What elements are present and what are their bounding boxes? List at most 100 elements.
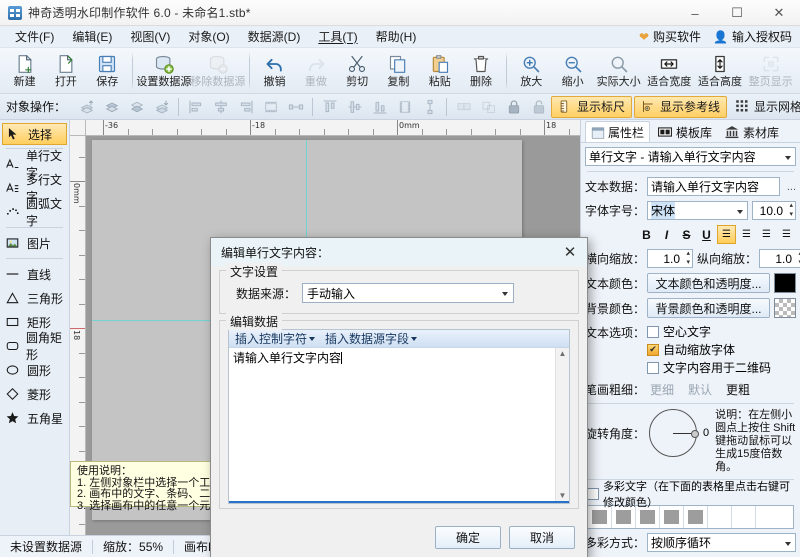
align-right-button[interactable] — [233, 96, 258, 118]
menu-object[interactable]: 对象(O) — [179, 27, 238, 47]
align-center-text-button[interactable]: ☰ — [737, 225, 756, 244]
underline-button[interactable]: U — [697, 225, 716, 244]
text-data-input[interactable]: 请输入单行文字内容 — [647, 177, 780, 196]
tool-star[interactable]: 五角星 — [0, 406, 69, 430]
object-selector[interactable]: 单行文字 - 请输入单行文字内容 — [585, 147, 796, 166]
rotation-knob[interactable] — [691, 429, 699, 438]
scroll-up-icon[interactable]: ▲ — [559, 349, 567, 358]
editor-textarea[interactable]: 请输入单行文字内容 — [229, 348, 555, 501]
distribute-v-button[interactable] — [417, 96, 442, 118]
palette-cell-8[interactable] — [756, 506, 780, 528]
strikethrough-button[interactable]: S — [677, 225, 696, 244]
unlock-button[interactable] — [526, 96, 551, 118]
actual-size-button[interactable]: 实际大小 — [593, 50, 644, 94]
colorful-text-checkbox[interactable] — [587, 487, 599, 500]
buy-software-link[interactable]: 购买软件 — [653, 28, 701, 45]
send-backward-button[interactable] — [124, 96, 149, 118]
text-for-qrcode-checkbox[interactable] — [647, 361, 659, 374]
text-color-swatch[interactable] — [774, 273, 796, 293]
colorful-mode-select[interactable]: 按顺序循环 — [647, 533, 796, 552]
color-palette[interactable] — [587, 505, 794, 529]
ok-button[interactable]: 确定 — [435, 525, 501, 549]
menu-help[interactable]: 帮助(H) — [367, 27, 426, 47]
palette-cell-5[interactable] — [684, 506, 708, 528]
show-ruler-toggle[interactable]: 显示标尺 — [551, 95, 633, 118]
new-button[interactable]: 新建 — [4, 50, 45, 94]
set-datasource-button[interactable]: 设置数据源 — [136, 50, 191, 94]
same-height-button[interactable] — [392, 96, 417, 118]
insert-datasource-field-menu[interactable]: 插入数据源字段 — [325, 330, 418, 347]
text-color-button[interactable]: 文本颜色和透明度... — [647, 273, 770, 293]
background-color-swatch[interactable] — [774, 298, 796, 318]
colorful-text-checkbox-row[interactable]: 多彩文字（在下面的表格里点击右键可修改颜色） — [585, 481, 796, 509]
send-to-back-button[interactable] — [149, 96, 174, 118]
zoom-out-button[interactable]: 缩小 — [552, 50, 593, 94]
align-middle-button[interactable] — [342, 96, 367, 118]
bold-button[interactable]: B — [637, 225, 656, 244]
tool-arc-text[interactable]: 圆弧文字 — [0, 197, 69, 228]
menu-edit[interactable]: 编辑(E) — [63, 27, 121, 47]
fit-width-button[interactable]: 适合宽度 — [644, 50, 695, 94]
menu-view[interactable]: 视图(V) — [121, 27, 179, 47]
cut-button[interactable]: 剪切 — [336, 50, 377, 94]
insert-control-char-menu[interactable]: 插入控制字符 — [235, 330, 316, 347]
ungroup-button[interactable] — [476, 96, 501, 118]
datasource-select[interactable]: 手动输入 — [302, 283, 515, 303]
tool-line[interactable]: 直线 — [0, 262, 69, 286]
undo-button[interactable]: 撤销 — [254, 50, 295, 94]
minimize-button[interactable]: – — [674, 0, 716, 26]
paste-button[interactable]: 粘贴 — [419, 50, 460, 94]
zoom-in-button[interactable]: 放大 — [511, 50, 552, 94]
tab-materials[interactable]: 素材库 — [719, 122, 784, 143]
palette-cell-1[interactable] — [588, 506, 612, 528]
menu-file[interactable]: 文件(F) — [6, 27, 63, 47]
align-bottom-button[interactable] — [367, 96, 392, 118]
background-color-button[interactable]: 背景颜色和透明度... — [647, 298, 770, 318]
save-button[interactable]: 保存 — [87, 50, 128, 94]
hscale-input[interactable]: 1.0 — [647, 249, 693, 268]
menu-datasource[interactable]: 数据源(D) — [239, 27, 310, 47]
vscale-input[interactable]: 1.0 — [759, 249, 800, 268]
tool-select[interactable]: 选择 — [2, 123, 67, 145]
show-grid-toggle[interactable]: 显示网格 — [729, 96, 800, 118]
autoscale-font-checkbox-row[interactable]: 自动缩放字体 — [647, 341, 771, 358]
hollow-text-checkbox[interactable] — [647, 325, 659, 338]
maximize-button[interactable]: ☐ — [716, 0, 758, 26]
copy-button[interactable]: 复制 — [378, 50, 419, 94]
group-button[interactable] — [451, 96, 476, 118]
dialog-close-icon[interactable]: ✕ — [557, 240, 583, 264]
cancel-button[interactable]: 取消 — [509, 525, 575, 549]
rotation-dial[interactable] — [649, 409, 699, 457]
menu-tools[interactable]: 工具(T) — [309, 27, 366, 47]
fit-height-button[interactable]: 适合高度 — [695, 50, 746, 94]
distribute-h-button[interactable] — [283, 96, 308, 118]
tab-properties[interactable]: 属性栏 — [585, 121, 651, 143]
enter-license-link[interactable]: 输入授权码 — [732, 28, 792, 45]
align-left-text-button[interactable]: ☰ — [717, 225, 736, 244]
show-guides-toggle[interactable]: 显示参考线 — [634, 95, 728, 118]
align-center-button[interactable] — [208, 96, 233, 118]
horizontal-ruler[interactable]: -36-180mm183654 — [86, 120, 580, 136]
palette-cell-2[interactable] — [612, 506, 636, 528]
close-button[interactable]: ✕ — [758, 0, 800, 26]
tool-diamond[interactable]: 菱形 — [0, 382, 69, 406]
align-left-button[interactable] — [183, 96, 208, 118]
delete-button[interactable]: 删除 — [460, 50, 501, 94]
font-family-input[interactable]: 宋体 — [651, 202, 676, 219]
align-justify-text-button[interactable]: ☰ — [777, 225, 796, 244]
text-for-qrcode-checkbox-row[interactable]: 文字内容用于二维码 — [647, 359, 771, 376]
editor-scrollbar[interactable]: ▲ ▼ — [555, 348, 569, 501]
scroll-down-icon[interactable]: ▼ — [559, 491, 567, 500]
italic-button[interactable]: I — [657, 225, 676, 244]
palette-cell-6[interactable] — [708, 506, 732, 528]
hollow-text-checkbox-row[interactable]: 空心文字 — [647, 323, 771, 340]
tab-templates[interactable]: 模板库 — [652, 122, 717, 143]
tool-rounded-rect[interactable]: 圆角矩形 — [0, 331, 69, 362]
autoscale-font-checkbox[interactable] — [647, 343, 659, 356]
same-width-button[interactable] — [258, 96, 283, 118]
bring-forward-button[interactable] — [99, 96, 124, 118]
tool-image[interactable]: 图片 — [0, 231, 69, 255]
stroke-thicker-button[interactable]: 更粗 — [723, 381, 753, 398]
palette-cell-7[interactable] — [732, 506, 756, 528]
open-button[interactable]: 打开 — [45, 50, 86, 94]
